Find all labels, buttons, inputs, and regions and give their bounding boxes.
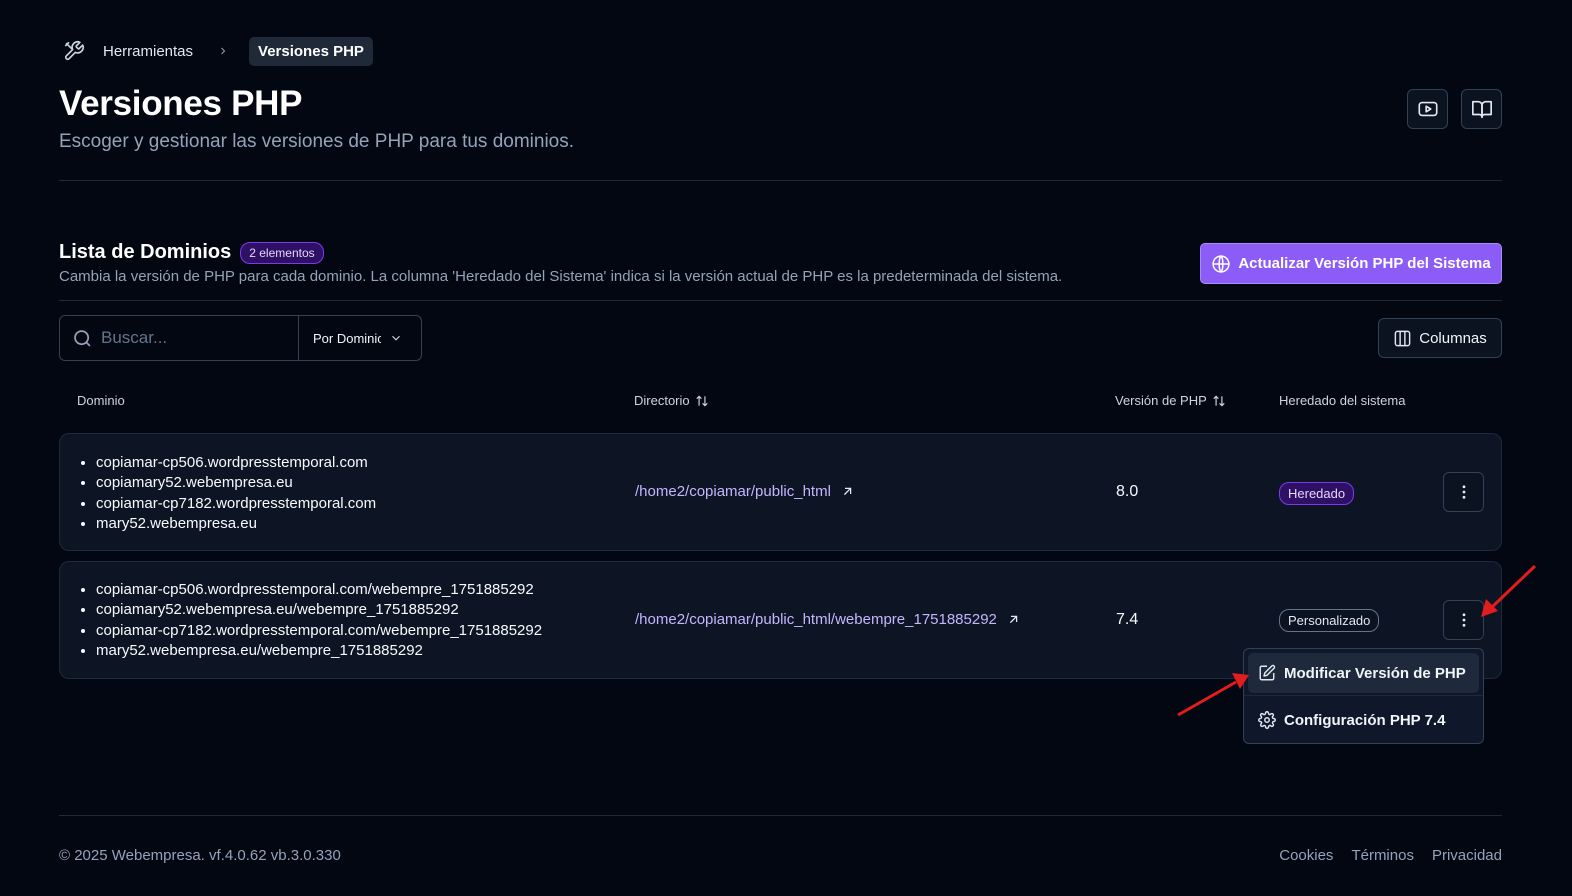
breadcrumb-herramientas-link[interactable]: Herramientas [103, 43, 193, 60]
menu-item-modify-php-version[interactable]: Modificar Versión de PHP [1248, 653, 1479, 693]
column-header-directory[interactable]: Directorio [634, 393, 709, 408]
youtube-icon [1417, 101, 1438, 117]
filter-select-value: Por Dominio [313, 330, 381, 346]
columns-button-label: Columnas [1419, 329, 1487, 347]
domain-item: copiamary52.webempresa.eu [96, 473, 376, 493]
filter-select[interactable]: Por Dominio [298, 315, 422, 361]
search-box [59, 315, 299, 361]
breadcrumb: Herramientas Versiones PHP [59, 36, 373, 66]
chevron-down-icon [392, 335, 400, 341]
domain-item: copiamar-cp506.wordpresstemporal.com [96, 453, 376, 473]
breadcrumb-current: Versiones PHP [249, 36, 373, 66]
menu-item-php-config[interactable]: Configuración PHP 7.4 [1248, 700, 1479, 740]
columns-button[interactable]: Columnas [1378, 318, 1502, 358]
footer-link-privacy[interactable]: Privacidad [1432, 847, 1502, 864]
book-open-icon [1471, 100, 1492, 119]
more-vertical-icon [1462, 613, 1465, 627]
column-header-domain-label: Dominio [77, 393, 125, 408]
page-subtitle: Escoger y gestionar las versiones de PHP… [59, 131, 575, 152]
directory-link-label: /home2/copiamar/public_html/webempre_175… [635, 611, 997, 628]
column-header-domain: Dominio [77, 393, 125, 408]
search-icon [74, 329, 91, 347]
domain-list: copiamar-cp506.wordpresstemporal.com cop… [96, 453, 376, 534]
domain-list: copiamar-cp506.wordpresstemporal.com/web… [96, 580, 542, 661]
search-input[interactable] [101, 328, 281, 348]
list-description: Cambia la versión de PHP para cada domin… [59, 268, 1063, 285]
directory-link[interactable]: /home2/copiamar/public_html/webempre_175… [635, 611, 1021, 628]
row-actions-button[interactable] [1443, 472, 1484, 512]
sort-icon [695, 395, 708, 406]
video-tutorial-button[interactable] [1407, 89, 1448, 129]
menu-divider [1244, 695, 1483, 696]
chevron-right-icon [215, 43, 231, 59]
status-badge: Heredado [1279, 482, 1355, 505]
tools-icon [59, 36, 89, 66]
header-divider [59, 180, 1502, 181]
domain-item: copiamar-cp7182.wordpresstemporal.com/we… [96, 621, 542, 641]
footer-link-cookies[interactable]: Cookies [1279, 847, 1333, 864]
more-vertical-icon [1462, 485, 1465, 499]
list-title: Lista de Dominios [59, 241, 232, 263]
update-system-php-button[interactable]: Actualizar Versión PHP del Sistema [1200, 243, 1502, 284]
edit-icon [1259, 664, 1276, 681]
php-version-value: 7.4 [1116, 611, 1139, 628]
domain-item: copiamary52.webempresa.eu/webempre_17518… [96, 600, 542, 620]
sort-icon [1213, 395, 1225, 406]
row-actions-button[interactable] [1443, 600, 1484, 640]
status-badge: Personalizado [1279, 609, 1380, 632]
domain-item: mary52.webempresa.eu [96, 514, 376, 534]
menu-item-label: Modificar Versión de PHP [1284, 664, 1466, 682]
footer-link-terms[interactable]: Términos [1351, 847, 1414, 864]
column-header-directory-label: Directorio [634, 393, 690, 408]
list-header: Lista de Dominios 2 elementos [59, 241, 324, 264]
table-row: copiamar-cp506.wordpresstemporal.com cop… [59, 433, 1502, 551]
page-title: Versiones PHP [59, 84, 303, 123]
update-system-php-label: Actualizar Versión PHP del Sistema [1238, 255, 1491, 272]
directory-link[interactable]: /home2/copiamar/public_html [635, 483, 855, 500]
footer-links: Cookies Términos Privacidad [1279, 847, 1502, 864]
row-actions-menu: Modificar Versión de PHP Configuración P… [1243, 648, 1484, 744]
count-badge: 2 elementos [240, 241, 324, 264]
annotation-arrow-menu [1177, 673, 1249, 717]
gear-icon [1258, 711, 1276, 729]
globe-icon [1212, 254, 1230, 273]
menu-item-label: Configuración PHP 7.4 [1284, 711, 1446, 729]
documentation-button[interactable] [1461, 89, 1502, 129]
php-version-value: 8.0 [1116, 483, 1139, 500]
domain-item: copiamar-cp7182.wordpresstemporal.com [96, 494, 376, 514]
external-link-icon [843, 487, 852, 496]
footer-copyright: © 2025 Webempresa. vf.4.0.62 vb.3.0.330 [59, 847, 341, 864]
columns-icon [1394, 330, 1411, 346]
column-header-inherited: Heredado del sistema [1279, 393, 1405, 408]
directory-link-label: /home2/copiamar/public_html [635, 483, 831, 500]
domain-item: copiamar-cp506.wordpresstemporal.com/web… [96, 580, 542, 600]
list-divider [59, 300, 1502, 301]
external-link-icon [1009, 615, 1018, 624]
domain-item: mary52.webempresa.eu/webempre_1751885292 [96, 641, 542, 661]
column-header-php-version-label: Versión de PHP [1115, 393, 1207, 408]
footer-divider [59, 815, 1502, 816]
column-header-php-version[interactable]: Versión de PHP [1115, 393, 1226, 408]
column-header-inherited-label: Heredado del sistema [1279, 393, 1406, 408]
